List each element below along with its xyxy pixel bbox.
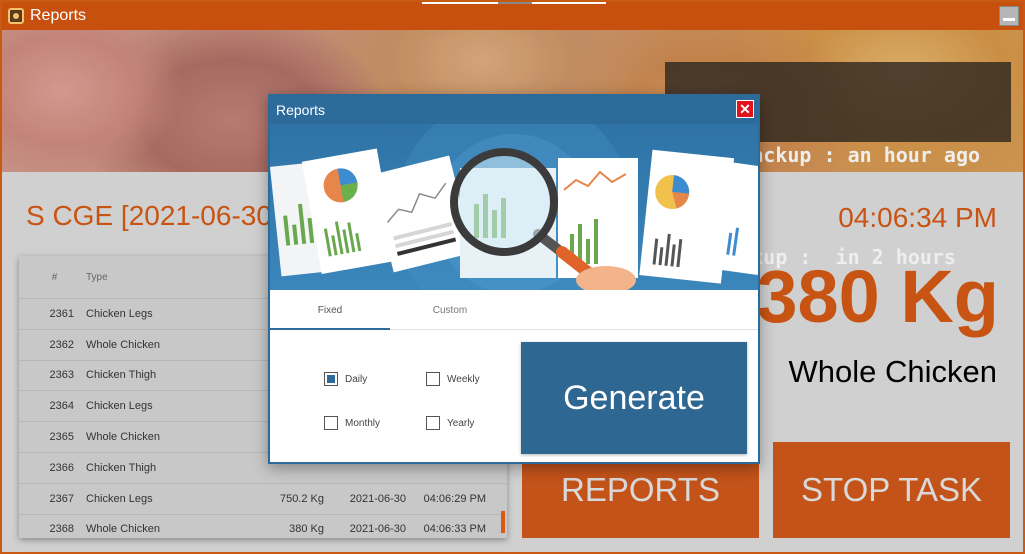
row-number: 2362 bbox=[49, 338, 74, 351]
report-tabs: Fixed Custom bbox=[270, 292, 758, 330]
weekly-checkbox[interactable]: Weekly bbox=[426, 372, 480, 386]
row-time: 04:06:29 PM bbox=[423, 492, 486, 505]
daily-label: Daily bbox=[345, 373, 368, 385]
daily-checkbox-box[interactable] bbox=[324, 372, 338, 386]
row-type: Whole Chicken bbox=[86, 431, 160, 444]
row-weight: 380 Kg bbox=[289, 523, 324, 536]
yearly-label: Yearly bbox=[447, 417, 475, 429]
reports-illustration bbox=[270, 124, 758, 290]
current-product: Whole Chicken bbox=[788, 354, 997, 389]
row-type: Chicken Legs bbox=[86, 492, 153, 505]
current-weight: 380 Kg bbox=[756, 255, 999, 338]
col-number: # bbox=[51, 271, 58, 283]
weekly-label: Weekly bbox=[447, 373, 480, 385]
row-weight: 750.2 Kg bbox=[279, 492, 324, 505]
generate-button[interactable]: Generate bbox=[521, 342, 747, 454]
row-type: Chicken Thigh bbox=[86, 369, 157, 382]
daily-checkbox[interactable]: Daily bbox=[324, 372, 367, 386]
row-type: Whole Chicken bbox=[86, 338, 160, 351]
table-row[interactable]: 2367 Chicken Legs 750.2 Kg 2021-06-30 04:06:… bbox=[19, 482, 507, 514]
row-type: Chicken Legs bbox=[86, 307, 153, 320]
title-bar: Reports bbox=[2, 2, 1023, 30]
row-time: 04:06:33 PM bbox=[423, 523, 486, 536]
tab-fixed[interactable]: Fixed bbox=[270, 292, 390, 330]
row-number: 2368 bbox=[49, 523, 74, 536]
table-scrollbar[interactable] bbox=[501, 511, 505, 533]
top-strip bbox=[422, 2, 606, 4]
clock-time: 04:06:34 PM bbox=[838, 202, 997, 233]
app-window: Reports Last Backup : an hour ago backup… bbox=[0, 0, 1025, 554]
row-number: 2364 bbox=[49, 400, 74, 413]
row-type: Chicken Thigh bbox=[86, 461, 157, 474]
monthly-checkbox[interactable]: Monthly bbox=[324, 416, 380, 430]
row-number: 2366 bbox=[49, 461, 74, 474]
dialog-title: Reports bbox=[276, 102, 326, 118]
monthly-checkbox-box[interactable] bbox=[324, 416, 338, 430]
row-type: Whole Chicken bbox=[86, 523, 160, 536]
minimize-icon bbox=[1003, 18, 1015, 21]
yearly-checkbox[interactable]: Yearly bbox=[426, 416, 474, 430]
monthly-label: Monthly bbox=[345, 417, 381, 429]
col-type: Type bbox=[86, 271, 108, 283]
app-icon bbox=[8, 8, 24, 24]
dialog-title-bar: Reports ✕ bbox=[270, 96, 758, 124]
window-title: Reports bbox=[30, 7, 87, 24]
reports-dialog: Reports ✕ Fixed Custom Daily Weekly Mont… bbox=[268, 94, 760, 464]
minimize-button[interactable] bbox=[999, 6, 1019, 26]
row-type: Chicken Legs bbox=[86, 400, 153, 413]
close-icon[interactable]: ✕ bbox=[736, 100, 754, 118]
tab-custom[interactable]: Custom bbox=[390, 292, 510, 330]
table-row[interactable]: 2368 Whole Chicken 380 Kg 2021-06-30 04:06:3… bbox=[19, 513, 507, 538]
yearly-checkbox-box[interactable] bbox=[426, 416, 440, 430]
stop-task-button[interactable]: STOP TASK bbox=[773, 442, 1010, 538]
row-date: 2021-06-30 bbox=[349, 523, 406, 536]
session-title: S CGE [2021-06-30 bbox=[26, 200, 272, 231]
row-number: 2365 bbox=[49, 431, 74, 444]
row-number: 2361 bbox=[49, 307, 74, 320]
row-number: 2363 bbox=[49, 369, 74, 382]
weekly-checkbox-box[interactable] bbox=[426, 372, 440, 386]
row-date: 2021-06-30 bbox=[349, 492, 406, 505]
row-number: 2367 bbox=[49, 492, 74, 505]
